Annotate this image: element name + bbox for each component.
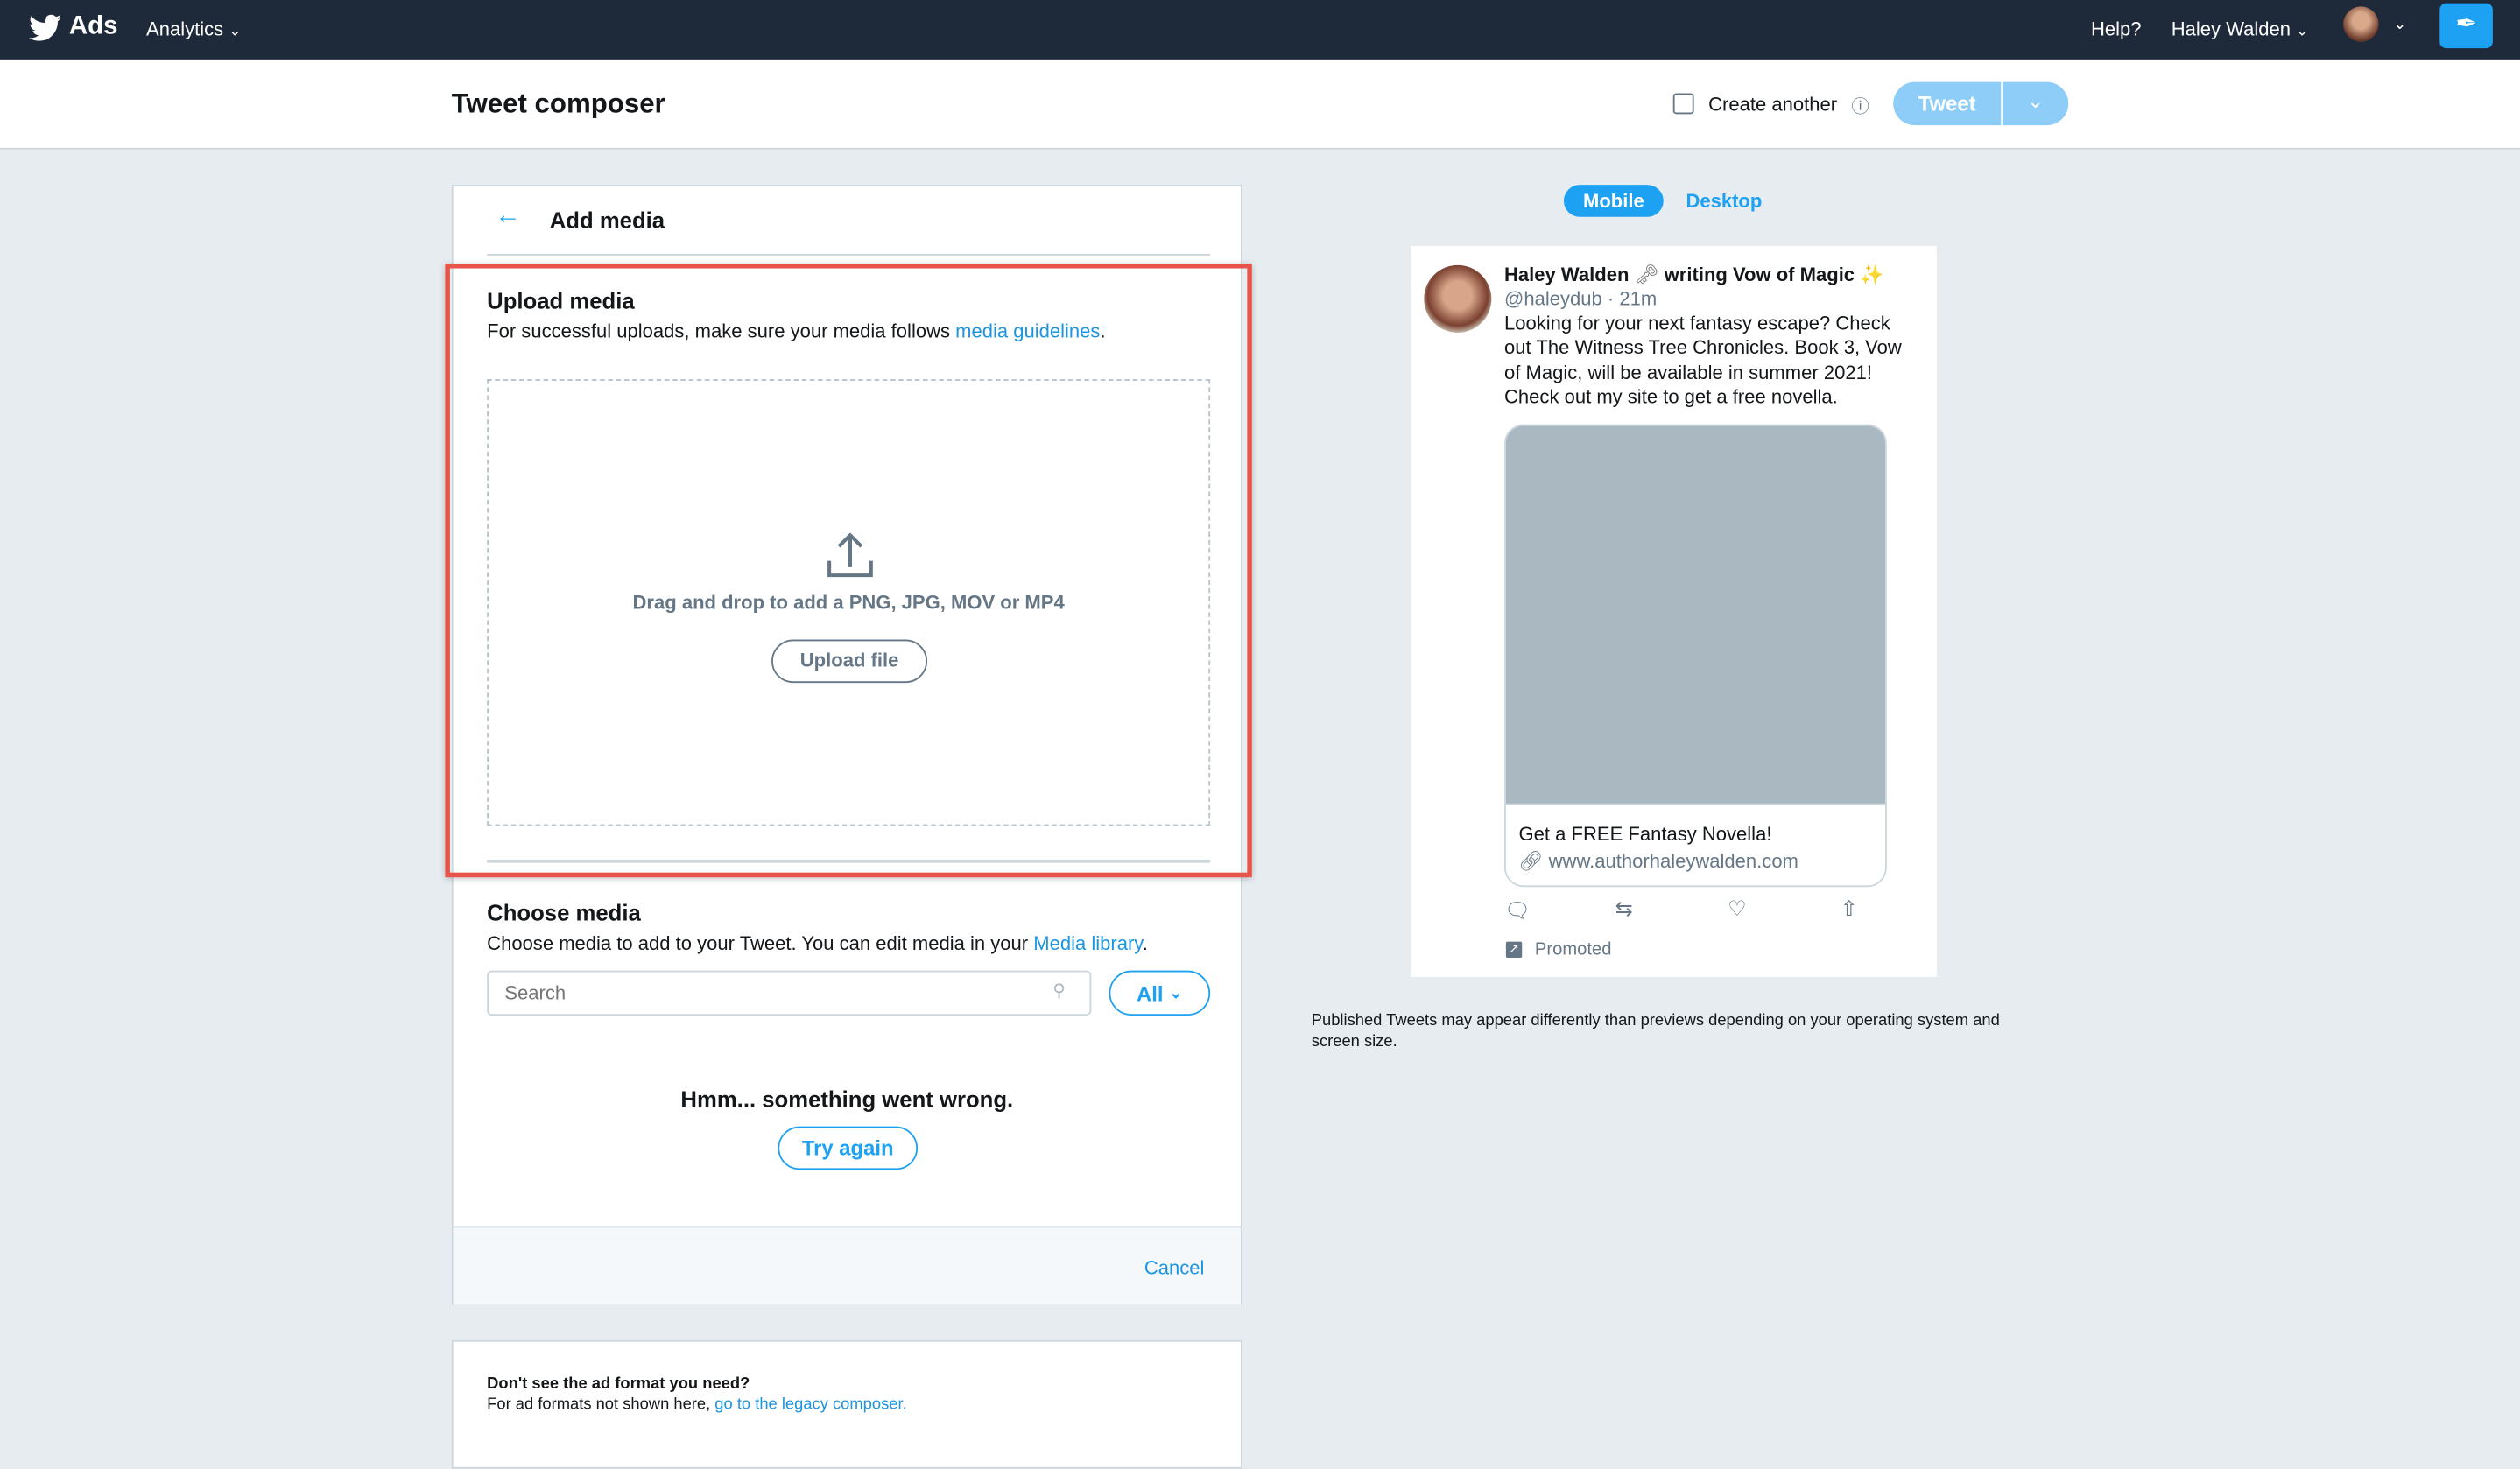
create-another-label: Create another [1708, 93, 1838, 116]
name-text: Haley Walden [1504, 264, 1630, 286]
tweet-options-dropdown[interactable]: ⌄ [2003, 81, 2069, 126]
highlight-box [445, 264, 1252, 878]
top-nav: Ads Analytics ⌄ Help? Haley Walden ⌄ ⌄ ✒ [0, 0, 2520, 60]
compose-feather-icon: ✒ [2455, 11, 2477, 39]
tab-mobile[interactable]: Mobile [1563, 185, 1664, 217]
account-name: Haley Walden [2171, 18, 2291, 40]
chevron-down-icon: ⌄ [2296, 22, 2309, 39]
analytics-label: Analytics [146, 18, 224, 40]
page-title: Tweet composer [451, 88, 665, 119]
link-icon: 🔗︎ [1518, 849, 1544, 873]
tweet-preview: Haley Walden 🗝 writing Vow of Magic ✨ @h… [1411, 245, 1937, 977]
choose-media-description: Choose media to add to your Tweet. You c… [487, 932, 1148, 955]
analytics-menu[interactable]: Analytics ⌄ [146, 18, 241, 40]
info-icon[interactable]: ⓘ [1851, 93, 1869, 118]
desc-end: . [1142, 931, 1148, 955]
url-text: www.authorhaleywalden.com [1548, 849, 1798, 873]
brand-label[interactable]: Ads [69, 13, 117, 42]
author-handle: @haleydub · 21m [1504, 287, 1658, 311]
twitter-bird-icon[interactable] [29, 14, 61, 42]
search-icon: ⚲ [1052, 981, 1066, 1002]
chevron-down-icon: ⌄ [229, 22, 242, 39]
tab-desktop[interactable]: Desktop [1686, 190, 1762, 213]
card-url: 🔗︎ www.authorhaleywalden.com [1519, 850, 1798, 873]
author-avatar [1424, 264, 1492, 333]
media-filter-dropdown[interactable]: All ⌄ [1109, 970, 1211, 1016]
preview-disclaimer: Published Tweets may appear differently … [1311, 1012, 2000, 1051]
compose-tweet-button[interactable]: ✒ [2439, 3, 2493, 49]
back-arrow-icon[interactable]: ← [495, 202, 520, 231]
try-again-button[interactable]: Try again [778, 1126, 919, 1170]
chevron-down-icon: ⌄ [2027, 89, 2044, 113]
media-search-input[interactable] [487, 970, 1092, 1016]
promoted-icon: ↗ [1505, 941, 1523, 958]
legacy-composer-link[interactable]: go to the legacy composer. [714, 1396, 906, 1414]
sparkles-icon: ✨ [1860, 264, 1884, 286]
desc-text: For ad formats not shown here, [487, 1396, 715, 1415]
media-library-link[interactable]: Media library [1033, 932, 1142, 955]
share-icon[interactable]: ⇧ [1841, 896, 1858, 922]
chevron-down-icon[interactable]: ⌄ [2393, 16, 2406, 33]
card-title: Get a FREE Fantasy Novella! [1518, 822, 1772, 846]
divider [487, 254, 1211, 256]
panel-title: Add media [549, 207, 665, 234]
website-card[interactable]: Get a FREE Fantasy Novella! 🔗︎ www.autho… [1504, 424, 1887, 888]
tweet-text: Looking for your next fantasy escape? Ch… [1504, 312, 1902, 409]
page-header: Tweet composer Create another ⓘ Tweet ⌄ [0, 59, 2520, 150]
create-another-checkbox[interactable] [1672, 93, 1694, 115]
promoted-label: Promoted [1534, 939, 1612, 959]
error-message: Hmm... something went wrong. [680, 1086, 1014, 1113]
chevron-down-icon: ⌄ [1169, 984, 1183, 1002]
name-suffix: writing Vow of Magic [1664, 264, 1855, 286]
legacy-description: For ad formats not shown here, go to the… [487, 1396, 907, 1414]
filter-label: All [1137, 981, 1164, 1006]
author-name: Haley Walden 🗝 writing Vow of Magic ✨ [1504, 264, 1884, 286]
reply-icon[interactable]: 🗨︎ [1504, 898, 1531, 924]
desc-text: Choose media to add to your Tweet. You c… [487, 931, 1034, 955]
retweet-icon[interactable]: ⇆ [1615, 896, 1633, 922]
tweet-button[interactable]: Tweet [1893, 81, 2002, 126]
help-link[interactable]: Help? [2091, 18, 2142, 40]
legacy-title: Don't see the ad format you need? [487, 1375, 750, 1394]
card-image [1505, 425, 1886, 805]
legacy-composer-panel: Don't see the ad format you need? For ad… [451, 1339, 1242, 1469]
cancel-link[interactable]: Cancel [1144, 1256, 1205, 1279]
account-menu[interactable]: Haley Walden ⌄ [2172, 18, 2308, 40]
key-icon: 🗝 [1634, 264, 1659, 286]
user-avatar[interactable] [2343, 6, 2379, 42]
choose-media-title: Choose media [487, 899, 641, 926]
panel-footer: Cancel [453, 1226, 1242, 1305]
like-icon[interactable]: ♡ [1728, 896, 1746, 922]
